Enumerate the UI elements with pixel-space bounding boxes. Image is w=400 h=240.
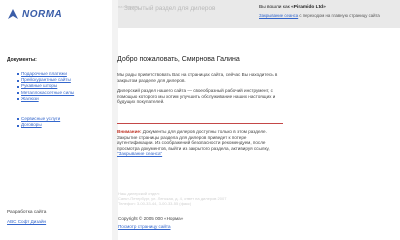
address-line: Телефон: 3-00-33-44, 3-00-33-55 (факс) <box>118 201 192 207</box>
footer-link[interactable]: Посмотр страницу сайта <box>118 224 171 229</box>
user-prefix: Вы вошли как <box>259 5 290 10</box>
address-block: Наш дилерский отдел: Санкт-Петербург, ул… <box>118 191 258 207</box>
nav-item[interactable]: Договоры <box>16 122 60 128</box>
developer-link[interactable]: ABC Софт Дизайн <box>7 219 46 224</box>
logo-mark-icon <box>8 9 18 19</box>
documents-title: Документы: <box>7 57 37 63</box>
separator-line <box>117 123 283 124</box>
nav-item[interactable]: Жалюзи <box>16 96 74 102</box>
intro-paragraph: Мы рады приветствовать Вас на страницах … <box>117 72 278 83</box>
logo[interactable]: NORMA <box>7 8 62 20</box>
logout-info: Закрывание сеанса с переходом на главную… <box>259 13 397 19</box>
welcome-heading: Добро пожаловать, Смирнова Галина <box>117 56 240 63</box>
documents-nav: Подарочные платежи Прейскурантные сайты … <box>16 71 74 102</box>
services-nav: Сервисные услуги Договоры <box>16 116 60 128</box>
user-name: «Piramido Ltd» <box>291 5 326 10</box>
copyright: Copyright © 2005 000 «Норма» <box>118 216 184 221</box>
user-info: Вы вошли как «Piramido Ltd» <box>259 5 326 10</box>
warning-label: Внимание: <box>117 129 142 134</box>
warning-paragraph: Внимание: Документы для дилеров доступны… <box>117 129 270 157</box>
section-title: Закрытый раздел для дилеров <box>124 5 216 12</box>
logo-text: NORMA <box>22 8 63 20</box>
developer-label: Разработка сайта <box>7 210 47 215</box>
logout-suffix: с переходом на главную страницу сайта <box>299 13 380 18</box>
warning-logout-link[interactable]: "Закрывание сеанса" <box>117 151 162 156</box>
dealer-section-paragraph: Дилерский раздел нашего сайта — своеобра… <box>117 88 276 105</box>
logout-link[interactable]: Закрывание сеанса <box>259 13 298 18</box>
